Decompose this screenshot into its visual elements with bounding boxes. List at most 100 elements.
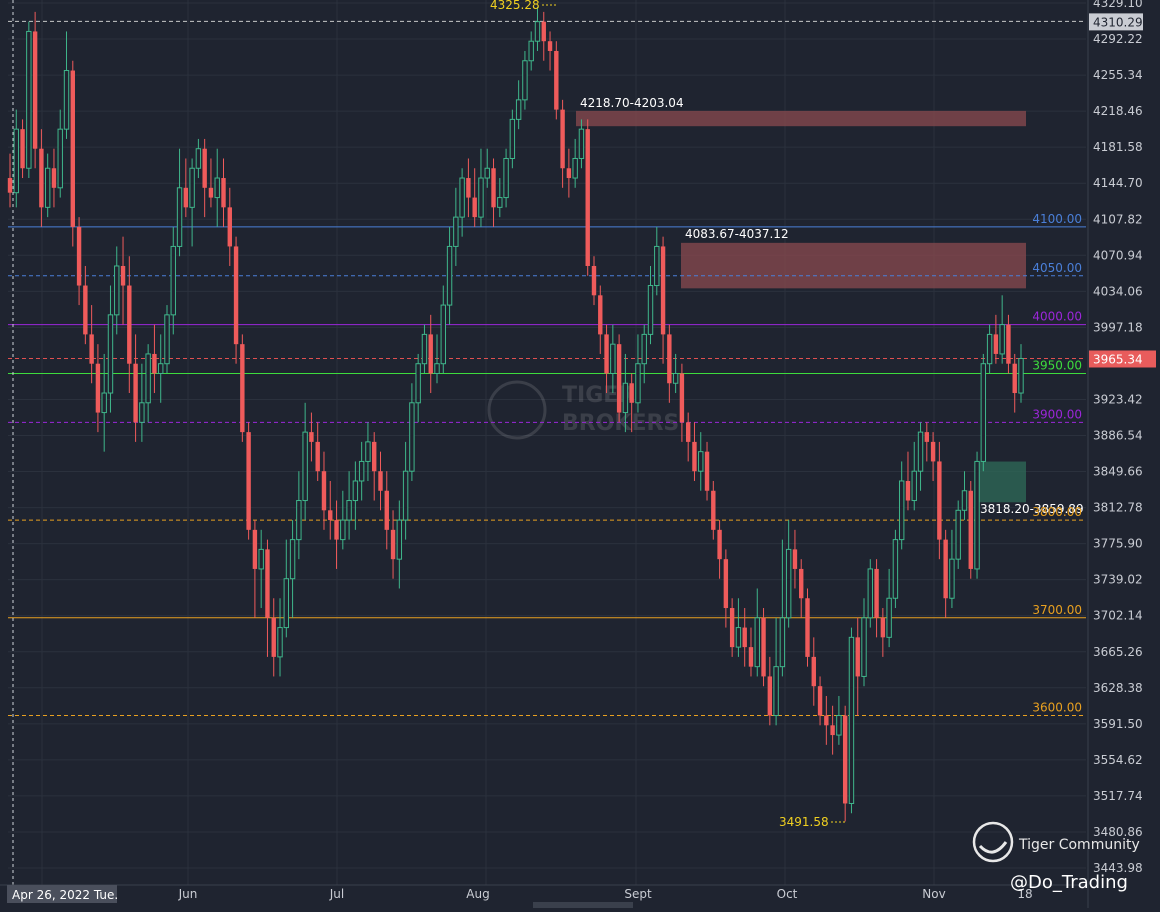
candle-body [509,118,516,159]
candle-body [421,333,428,365]
candle-body [428,334,433,374]
candle-body [735,627,742,648]
candle-body [202,148,207,188]
y-tick-label: 4107.82 [1093,212,1143,226]
tiger-community-text: Tiger Community [1018,837,1140,853]
candle-body [811,656,816,687]
level-label: 3600.00 [1032,701,1082,715]
candle-body [57,128,63,189]
candle-body [164,314,170,365]
candle-body [723,559,729,609]
candle-body [409,402,415,472]
y-tick-label: 3775.90 [1093,537,1143,551]
candle-body [792,549,798,569]
candle-body [44,167,51,208]
candle-body [378,471,383,491]
candle-body [949,558,955,599]
candle-body [340,519,346,541]
candle-body [968,490,973,569]
candle-body [993,334,999,354]
candle-body [189,167,195,208]
y-tick-label: 3591.50 [1093,717,1143,731]
candle-body [572,157,578,179]
candle-body [805,598,810,657]
candle-body [446,245,453,306]
candle-body [515,99,522,120]
x-tick-label: Jun [178,887,198,901]
candle-body [779,617,786,668]
y-tick-label: 3849.66 [1093,465,1143,479]
y-tick-label: 4329.10 [1093,0,1143,10]
candle-body [415,363,421,404]
candle-body [917,431,924,472]
candle-body [667,334,672,384]
candle-body [158,363,164,374]
candle-body [610,343,616,374]
candle-body [70,70,75,227]
candle-body [999,324,1005,355]
y-tick-label: 4255.34 [1093,68,1143,82]
candle-body [598,295,603,335]
candle-body [672,372,679,384]
candle-body [635,363,641,404]
y-tick-label: 3702.14 [1093,609,1143,623]
candle-body [629,383,634,403]
candle-body [986,333,993,365]
candle-body [107,314,114,394]
candle-body [729,608,735,648]
candle-body [980,363,987,462]
price-tag-label: 3965.34 [1093,352,1143,366]
candle-body [604,334,609,374]
candle-body [754,617,760,668]
candle-body [867,568,873,619]
y-tick-label: 3812.78 [1093,501,1143,515]
level-label: 4050.00 [1032,261,1082,275]
current-date-label: Apr 26, 2022 Tue. [12,888,118,902]
candle-body [13,128,19,194]
candle-body [384,490,389,530]
candle-body [616,344,622,413]
level-label: 3900.00 [1032,407,1082,421]
candle-body [133,363,138,423]
zone-rect [977,461,1026,503]
candle-body [309,432,314,442]
candle-body [924,432,930,442]
candle-body [83,285,88,335]
candle-body [874,568,879,618]
extreme-label: 4325.28 [490,0,540,12]
candle-body [742,627,747,648]
candle-body [892,539,899,599]
candle-body [101,392,107,414]
candle-body [170,245,176,316]
candle-body [334,520,339,540]
y-tick-label: 3665.26 [1093,645,1143,659]
candle-body [685,422,691,442]
author-handle: @Do_Trading [1010,872,1128,893]
y-tick-label: 3997.18 [1093,320,1143,334]
candlestick-chart: TIGER BROKERS 4218.70-4203.04 4083.67-403… [0,0,1160,908]
candle-body [440,304,446,365]
candle-body [622,382,629,414]
candle-body [554,50,559,110]
current-date-badge: Apr 26, 2022 Tue. [7,885,118,903]
y-tick-label: 4034.06 [1093,284,1143,298]
candle-body [497,197,503,208]
y-tick-label: 3554.62 [1093,753,1143,767]
zone-label: 4083.67-4037.12 [685,227,789,241]
candle-body [711,490,716,530]
y-tick-label: 3886.54 [1093,429,1143,443]
candle-body [560,109,565,169]
candle-body [120,265,126,286]
candle-body [365,441,371,462]
candle-body [26,30,32,169]
candle-body [139,402,145,423]
candle-body [32,31,38,149]
candle-body [799,568,804,599]
extreme-label: 3491.58 [779,815,829,829]
scroll-handle[interactable] [533,902,633,908]
candle-body [528,40,534,62]
candle-body [372,441,377,472]
y-tick-label: 4070.94 [1093,248,1143,262]
candle-body [491,168,496,208]
candle-body [647,285,654,335]
